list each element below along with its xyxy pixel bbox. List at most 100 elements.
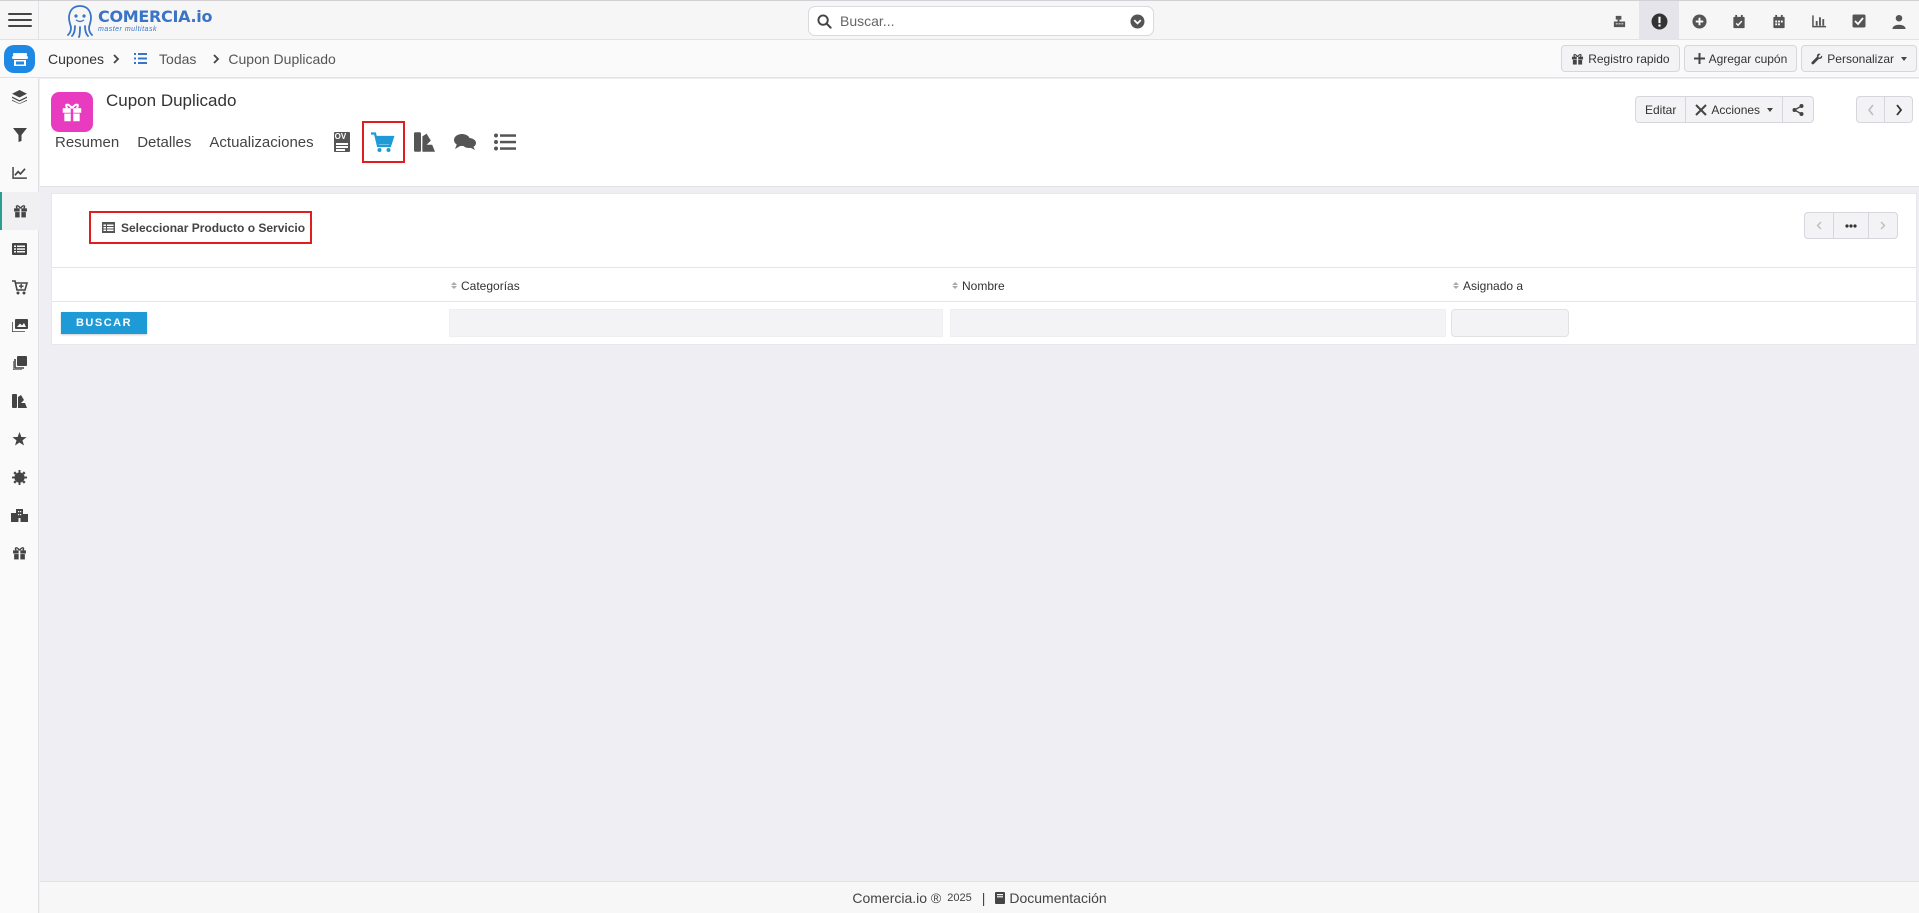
page-next-button[interactable] bbox=[1868, 212, 1898, 239]
previous-record-button[interactable] bbox=[1856, 96, 1885, 123]
app-logo[interactable]: COMERCIA.io master multitask bbox=[66, 3, 212, 39]
actions-dropdown[interactable]: Acciones bbox=[1685, 96, 1784, 123]
quick-register-button[interactable]: Registro rapido bbox=[1561, 45, 1680, 72]
record-action-group: Editar Acciones bbox=[1635, 96, 1815, 123]
sort-icon bbox=[1453, 282, 1459, 289]
breadcrumb-list[interactable]: Todas bbox=[159, 51, 196, 67]
global-search[interactable] bbox=[808, 6, 1154, 36]
tab-swatches[interactable] bbox=[405, 123, 445, 161]
copy-icon[interactable] bbox=[0, 344, 39, 382]
home-button[interactable] bbox=[4, 45, 35, 73]
caret-down-icon bbox=[1901, 56, 1907, 61]
breadcrumb-bar: Cupones Todas Cupon Duplicado Registro r… bbox=[0, 40, 1919, 78]
plus-circle-icon[interactable] bbox=[1679, 1, 1719, 41]
documentation-link[interactable]: Documentación bbox=[995, 889, 1107, 906]
store-icon bbox=[11, 52, 28, 66]
chevron-left-icon bbox=[1867, 104, 1874, 115]
hamburger-menu-icon[interactable] bbox=[8, 9, 32, 31]
footer: Comercia.io ® 2025 | Documentación bbox=[40, 881, 1919, 913]
page-prev-button[interactable] bbox=[1804, 212, 1834, 239]
gift-icon bbox=[62, 103, 82, 122]
check-square-icon[interactable] bbox=[1839, 1, 1879, 41]
cash-register-icon[interactable] bbox=[1599, 1, 1639, 41]
chevron-left-icon bbox=[1816, 221, 1822, 230]
sort-icon bbox=[952, 282, 958, 289]
quick-register-label: Registro rapido bbox=[1588, 51, 1670, 66]
footer-separator: | bbox=[981, 889, 986, 906]
search-input[interactable] bbox=[840, 13, 1130, 29]
next-record-button[interactable] bbox=[1884, 96, 1913, 123]
filter-nombre-input[interactable] bbox=[950, 309, 1446, 337]
tools-icon bbox=[1695, 103, 1708, 116]
images-icon[interactable] bbox=[0, 306, 39, 344]
filter-icon[interactable] bbox=[0, 116, 39, 154]
footer-year: 2025 bbox=[947, 891, 972, 904]
comments-icon bbox=[453, 134, 476, 150]
sidebar bbox=[0, 78, 39, 913]
share-button[interactable] bbox=[1782, 96, 1815, 123]
column-header-asignado[interactable]: Asignado a bbox=[1453, 268, 1523, 303]
tab-detalles[interactable]: Detalles bbox=[137, 134, 191, 151]
tab-products[interactable] bbox=[361, 121, 405, 163]
breadcrumb: Cupones Todas Cupon Duplicado bbox=[48, 40, 336, 78]
tab-sales-orders[interactable]: OV bbox=[322, 123, 362, 161]
record-tabs: Resumen Detalles Actualizaciones OV bbox=[55, 121, 525, 163]
user-icon[interactable] bbox=[1879, 1, 1919, 41]
filter-row: BUSCAR bbox=[52, 302, 1916, 344]
breadcrumb-current: Cupon Duplicado bbox=[228, 51, 336, 67]
plus-icon bbox=[1693, 53, 1705, 64]
alert-icon[interactable] bbox=[1639, 1, 1679, 41]
chart-line-icon[interactable] bbox=[0, 154, 39, 192]
column-label: Categorías bbox=[461, 278, 520, 293]
chart-bar-icon[interactable] bbox=[1799, 1, 1839, 41]
swatches-icon[interactable] bbox=[0, 382, 39, 420]
page-more-button[interactable] bbox=[1833, 212, 1869, 239]
record-actions: Editar Acciones bbox=[1635, 96, 1815, 123]
filter-categorias-input[interactable] bbox=[449, 309, 943, 337]
octopus-logo-icon bbox=[67, 5, 93, 38]
search-button[interactable]: BUSCAR bbox=[61, 312, 147, 334]
logo-subtitle: master multitask bbox=[98, 26, 157, 33]
tab-resumen[interactable]: Resumen bbox=[55, 134, 119, 151]
record-navigation bbox=[1856, 96, 1913, 123]
list-alt-icon[interactable] bbox=[0, 230, 39, 268]
ellipsis-icon bbox=[1845, 223, 1857, 228]
gift-icon[interactable] bbox=[0, 534, 39, 572]
record-header: Cupon Duplicado Editar Acciones Resumen bbox=[40, 79, 1919, 187]
top-icons bbox=[1599, 1, 1919, 41]
actions-label: Acciones bbox=[1711, 102, 1761, 117]
list-icon bbox=[493, 133, 516, 151]
select-product-button[interactable]: Seleccionar Producto o Servicio bbox=[89, 211, 312, 244]
chevron-right-icon bbox=[1895, 103, 1902, 116]
tab-list[interactable] bbox=[485, 123, 525, 161]
filter-asignado-input[interactable] bbox=[1451, 309, 1569, 337]
documentation-label: Documentación bbox=[1009, 889, 1107, 906]
edit-button[interactable]: Editar bbox=[1635, 96, 1687, 123]
column-header-nombre[interactable]: Nombre bbox=[952, 268, 1005, 303]
customize-button[interactable]: Personalizar bbox=[1801, 45, 1917, 72]
star-icon[interactable] bbox=[0, 420, 39, 458]
logo-name: COMERCIA.io bbox=[98, 7, 213, 26]
chevron-right-icon bbox=[212, 52, 220, 67]
breadcrumb-actions: Registro rapido Agregar cupón Personaliz… bbox=[1561, 45, 1917, 72]
chevron-right-icon bbox=[1880, 221, 1886, 230]
breadcrumb-module[interactable]: Cupones bbox=[48, 51, 104, 67]
calendar-check-icon[interactable] bbox=[1719, 1, 1759, 41]
cart-plus-icon[interactable] bbox=[0, 268, 39, 306]
select-product-label: Seleccionar Producto o Servicio bbox=[121, 220, 306, 235]
list-icon bbox=[134, 51, 148, 67]
tab-actualizaciones[interactable]: Actualizaciones bbox=[209, 134, 313, 151]
gear-icon[interactable] bbox=[0, 458, 39, 496]
tab-comments[interactable] bbox=[445, 123, 485, 161]
layers-icon[interactable] bbox=[0, 78, 39, 116]
table-header: Categorías Nombre Asignado a bbox=[52, 267, 1916, 302]
wrench-icon bbox=[1811, 53, 1823, 64]
add-coupon-button[interactable]: Agregar cupón bbox=[1683, 45, 1798, 72]
building-icon[interactable] bbox=[0, 496, 39, 534]
gift-icon[interactable] bbox=[0, 192, 39, 230]
ov-document-icon: OV bbox=[333, 132, 350, 152]
chevron-down-circle-icon[interactable] bbox=[1130, 13, 1145, 29]
calendar-icon[interactable] bbox=[1759, 1, 1799, 41]
column-header-categorias[interactable]: Categorías bbox=[451, 268, 520, 303]
chevron-right-icon bbox=[112, 52, 120, 67]
